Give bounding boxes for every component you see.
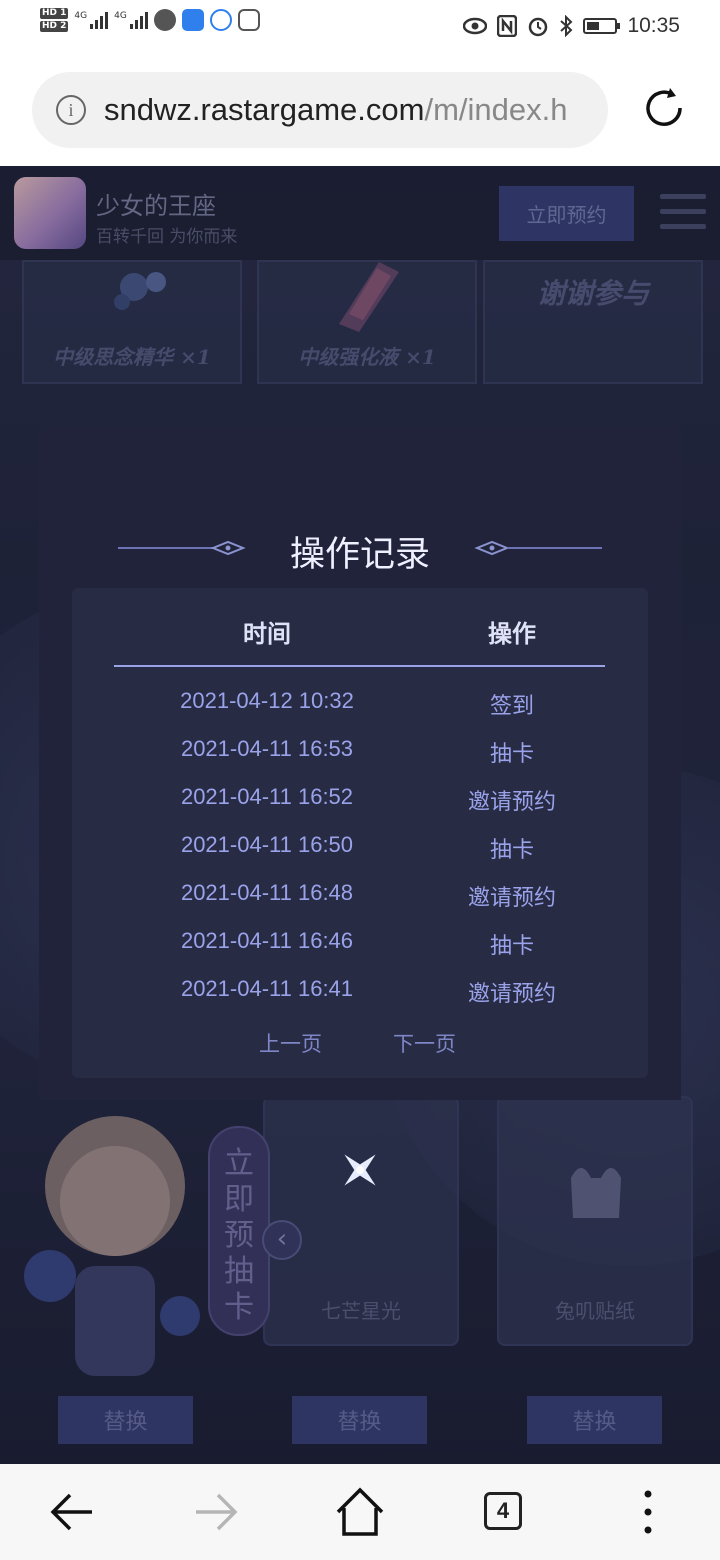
url-text[interactable]: sndwz.rastargame.com/m/index.h	[104, 92, 567, 128]
record-time: 2021-04-11 16:41	[180, 976, 354, 1001]
forward-arrow-icon[interactable]	[186, 1482, 246, 1542]
signal-icon: 4G	[74, 11, 109, 29]
hd-badges: HD 1 HD 2	[40, 8, 69, 32]
status-bar: HD 1 HD 2 4G 4G 10:35	[0, 0, 720, 56]
record-time: 2021-04-11 16:53	[180, 736, 354, 761]
table-row: 2021-04-11 16:50 抽卡	[0, 832, 720, 872]
table-row: 2021-04-12 10:32 签到	[0, 688, 720, 728]
table-row: 2021-04-11 16:48 邀请预约	[0, 880, 720, 920]
eye-icon	[463, 17, 488, 35]
hand-app-icon	[237, 9, 260, 31]
modal-title: 操作记录	[289, 535, 430, 575]
info-icon[interactable]: i	[56, 95, 86, 125]
battery-fill	[587, 22, 600, 30]
nfc-icon	[497, 15, 518, 37]
back-arrow-icon[interactable]	[42, 1482, 102, 1542]
record-time: 2021-04-11 16:46	[180, 928, 354, 953]
column-header-time: 时间	[243, 620, 291, 648]
table-row: 2021-04-11 16:53 抽卡	[0, 736, 720, 776]
signal-label: 4G	[114, 11, 127, 21]
hd-badge: HD 2	[40, 21, 69, 32]
signal-label: 4G	[74, 11, 88, 21]
column-header-action: 操作	[488, 620, 536, 648]
close-icon[interactable]	[330, 1140, 390, 1200]
tabs-count-button[interactable]: 4	[484, 1492, 522, 1530]
more-options-icon[interactable]	[618, 1482, 678, 1542]
chat-app-icon	[209, 9, 232, 31]
url-path: /m/index.h	[424, 92, 568, 127]
record-time: 2021-04-11 16:48	[180, 880, 354, 905]
reload-icon[interactable]	[640, 84, 688, 132]
title-ornament-right	[474, 540, 602, 556]
header-divider	[114, 665, 605, 667]
record-action: 邀请预约	[467, 982, 556, 1007]
status-left: HD 1 HD 2 4G 4G	[40, 8, 260, 32]
record-action: 抽卡	[489, 838, 534, 863]
record-time: 2021-04-11 16:50	[180, 832, 354, 857]
record-action: 邀请预约	[467, 886, 556, 911]
record-action: 签到	[489, 694, 534, 719]
cloud-app-icon	[181, 9, 204, 31]
address-field[interactable]: i sndwz.rastargame.com/m/index.h	[32, 72, 608, 148]
next-page-button[interactable]: 下一页	[393, 1028, 456, 1058]
basketball-app-icon	[153, 9, 176, 31]
status-right: 10:35	[463, 14, 680, 38]
record-action: 抽卡	[489, 742, 534, 767]
table-row: 2021-04-11 16:41 邀请预约	[0, 976, 720, 1016]
table-row: 2021-04-11 16:52 邀请预约	[0, 784, 720, 824]
url-host: sndwz.rastargame.com	[104, 92, 425, 127]
hd-badge: HD 1	[40, 8, 69, 19]
prev-page-button[interactable]: 上一页	[259, 1028, 322, 1058]
home-icon[interactable]	[330, 1482, 390, 1542]
table-row: 2021-04-11 16:46 抽卡	[0, 928, 720, 968]
alarm-icon	[529, 17, 548, 37]
record-action: 邀请预约	[467, 790, 556, 815]
battery-icon	[583, 18, 621, 34]
record-action: 抽卡	[489, 934, 534, 959]
bluetooth-icon	[560, 15, 573, 37]
record-time: 2021-04-12 10:32	[180, 688, 354, 713]
signal-icon: 4G	[114, 11, 148, 29]
status-time: 10:35	[627, 14, 680, 37]
browser-url-bar: i sndwz.rastargame.com/m/index.h	[0, 56, 720, 166]
browser-nav-bar	[0, 1464, 720, 1560]
record-time: 2021-04-11 16:52	[180, 784, 354, 809]
